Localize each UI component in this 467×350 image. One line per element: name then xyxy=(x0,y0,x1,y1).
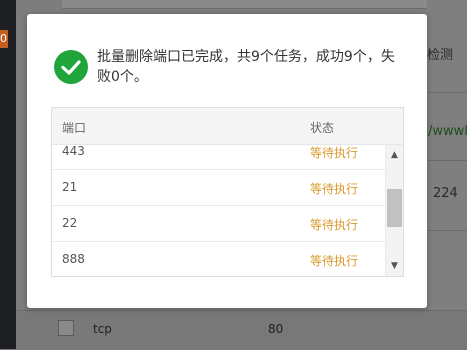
background-row-port: 80 xyxy=(268,322,284,336)
background-detect-label: 检测 xyxy=(427,48,454,63)
cell-status: 等待执行 xyxy=(310,146,359,160)
background-number: 224 xyxy=(433,186,458,201)
cell-port: 22 xyxy=(62,216,78,230)
cell-port: 443 xyxy=(62,145,85,158)
background-divider xyxy=(428,92,467,93)
success-check-icon xyxy=(54,50,88,84)
cell-port: 21 xyxy=(62,180,78,194)
table-header: 端口 状态 xyxy=(52,108,403,145)
background-topbar xyxy=(62,0,467,9)
result-table: 端口 状态 443 等待执行 21 等待执行 22 等待执行 888 等待执行 … xyxy=(51,107,404,277)
table-row: 888 等待执行 xyxy=(52,241,385,276)
dark-sidebar xyxy=(0,0,16,349)
cell-status: 等待执行 xyxy=(310,182,359,196)
scroll-down-icon[interactable]: ▼ xyxy=(386,258,403,274)
table-row: 443 等待执行 xyxy=(52,145,385,170)
table-row: 22 等待执行 xyxy=(52,205,385,242)
header-status: 状态 xyxy=(310,121,335,135)
result-dialog: 批量删除端口已完成，共9个任务，成功9个，失败0个。 端口 状态 443 等待执… xyxy=(27,14,427,308)
sidebar-badge: 0 xyxy=(0,30,8,48)
background-url-text: /wwwlc xyxy=(428,124,467,139)
background-divider xyxy=(428,230,467,231)
background-row-checkbox[interactable] xyxy=(58,320,74,336)
background-row-protocol: tcp xyxy=(93,322,112,336)
background-table-row xyxy=(16,310,467,350)
table-scrollbar[interactable]: ▲ ▼ xyxy=(385,145,403,276)
background-divider xyxy=(428,160,467,161)
header-port: 端口 xyxy=(62,121,87,135)
table-row: 21 等待执行 xyxy=(52,169,385,206)
result-message: 批量删除端口已完成，共9个任务，成功9个，失败0个。 xyxy=(97,49,395,85)
cell-status: 等待执行 xyxy=(310,254,359,268)
table-body[interactable]: 443 等待执行 21 等待执行 22 等待执行 888 等待执行 ▲ ▼ xyxy=(52,145,403,276)
scroll-up-icon[interactable]: ▲ xyxy=(386,147,403,163)
scroll-thumb[interactable] xyxy=(387,189,402,227)
cell-status: 等待执行 xyxy=(310,218,359,232)
cell-port: 888 xyxy=(62,252,85,266)
